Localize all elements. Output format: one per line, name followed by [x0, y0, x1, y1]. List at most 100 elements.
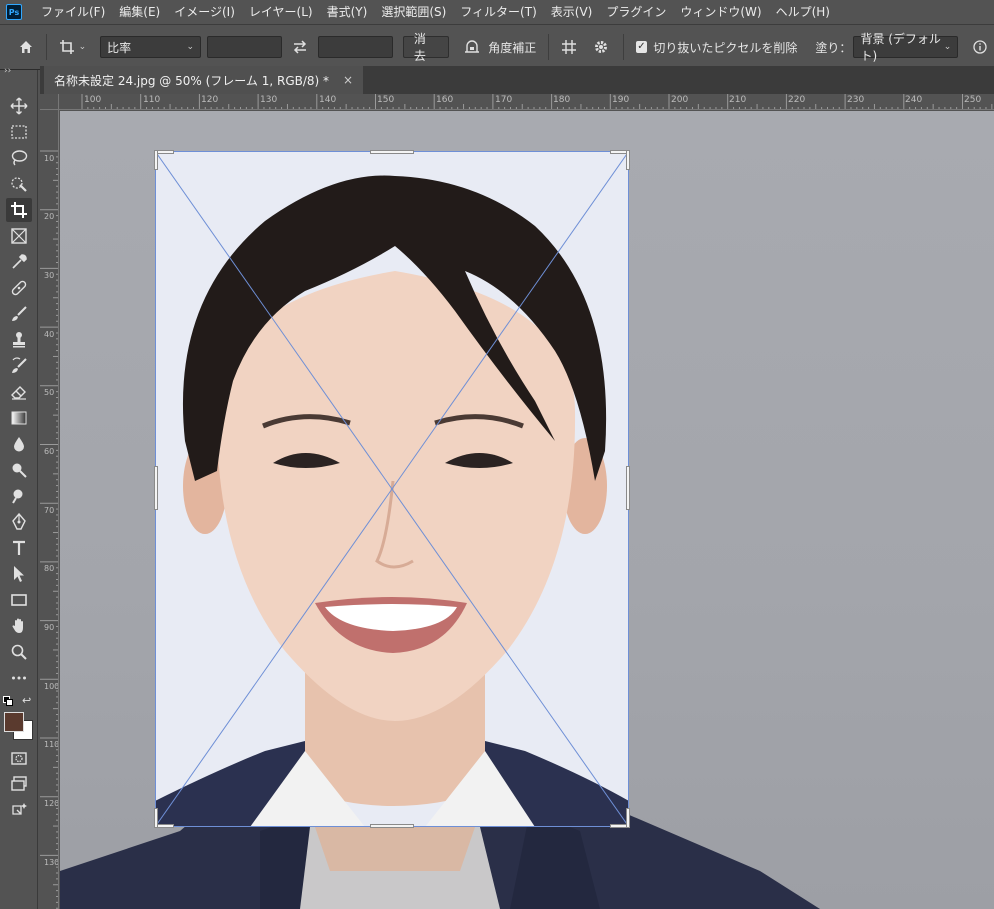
rectangle-tool-icon[interactable]: [6, 588, 32, 612]
gradient-tool-icon[interactable]: [6, 406, 32, 430]
magnifier-blur-tool-icon[interactable]: [6, 484, 32, 508]
pen-tool-icon[interactable]: [6, 510, 32, 534]
clone-stamp-tool-icon[interactable]: [6, 328, 32, 352]
default-colors-icon[interactable]: [3, 696, 13, 706]
menu-filter[interactable]: フィルター(T): [453, 0, 543, 24]
menu-window[interactable]: ウィンドウ(W): [673, 0, 768, 24]
menu-help[interactable]: ヘルプ(H): [769, 0, 837, 24]
ruler-label: 160: [436, 95, 454, 105]
ruler-corner: [40, 94, 59, 110]
eyedropper-tool-icon[interactable]: [6, 250, 32, 274]
dodge-tool-icon[interactable]: [6, 458, 32, 482]
tools-panel: ›› ↩: [0, 66, 38, 909]
crop-preset-picker[interactable]: ⌄: [53, 33, 93, 61]
home-icon[interactable]: [12, 33, 40, 61]
document-tab-bar: 名称未設定 24.jpg @ 50% (フレーム 1, RGB/8) * ×: [40, 66, 994, 94]
ruler-label: 220: [788, 95, 806, 105]
document-tab[interactable]: 名称未設定 24.jpg @ 50% (フレーム 1, RGB/8) * ×: [44, 66, 364, 94]
photoshop-logo: Ps: [6, 4, 22, 20]
horizontal-ruler[interactable]: 100 110 120 130 140 150 160 170 180 190 …: [59, 94, 994, 110]
ruler-label: 100: [84, 95, 102, 105]
crop-handle-right[interactable]: [626, 466, 630, 510]
zoom-tool-icon[interactable]: [6, 640, 32, 664]
path-selection-tool-icon[interactable]: [6, 562, 32, 586]
type-tool-icon[interactable]: [6, 536, 32, 560]
ruler-label: 100: [44, 682, 59, 691]
blur-tool-icon[interactable]: [6, 432, 32, 456]
crop-handle-left[interactable]: [154, 466, 158, 510]
width-ratio-input[interactable]: [207, 36, 283, 58]
marquee-tool-icon[interactable]: [6, 120, 32, 144]
quick-mask-icon[interactable]: [6, 746, 32, 770]
frame-tool-icon[interactable]: [6, 224, 32, 248]
crop-handle-top[interactable]: [370, 150, 414, 154]
ruler-label: 230: [847, 95, 865, 105]
crop-frame[interactable]: [155, 151, 629, 827]
ruler-label: 140: [319, 95, 337, 105]
healing-brush-tool-icon[interactable]: [6, 276, 32, 300]
fill-label: 塗り：: [815, 40, 852, 55]
quick-selection-tool-icon[interactable]: [6, 172, 32, 196]
ruler-label: 190: [612, 95, 630, 105]
crop-handle-bottom-left-vertical[interactable]: [154, 808, 158, 828]
ruler-label: 60: [44, 447, 55, 456]
ratio-select[interactable]: 比率 ⌄: [100, 36, 202, 58]
gear-icon[interactable]: [587, 33, 615, 61]
grid-icon[interactable]: [555, 33, 583, 61]
fill-select-value: 背景 (デフォルト): [860, 32, 941, 63]
ruler-label: 150: [377, 95, 395, 105]
collapse-arrows-icon[interactable]: ››: [4, 66, 11, 76]
generative-fill-icon[interactable]: [6, 798, 32, 822]
lasso-tool-icon[interactable]: [6, 146, 32, 170]
fill-select[interactable]: 背景 (デフォルト) ⌄: [853, 32, 959, 63]
menu-edit[interactable]: 編集(E): [112, 0, 167, 24]
swap-icon[interactable]: [282, 33, 318, 61]
more-tools-icon[interactable]: [6, 666, 32, 690]
menu-plugins[interactable]: プラグイン: [599, 0, 673, 24]
ruler-label: 120: [44, 799, 59, 808]
divider: [548, 34, 550, 60]
crop-tool-icon[interactable]: [6, 198, 32, 222]
screen-mode-icon[interactable]: [6, 772, 32, 796]
crop-handle-bottom[interactable]: [370, 824, 414, 828]
brush-tool-icon[interactable]: [6, 302, 32, 326]
crop-handle-bottom-right-vertical[interactable]: [626, 808, 630, 828]
ruler-label: 250: [964, 95, 982, 105]
straighten-label[interactable]: 角度補正: [488, 39, 536, 56]
info-icon[interactable]: [966, 33, 994, 61]
menu-select[interactable]: 選択範囲(S): [374, 0, 453, 24]
divider: [622, 34, 624, 60]
menu-view[interactable]: 表示(V): [544, 0, 600, 24]
height-ratio-input[interactable]: [317, 36, 393, 58]
swap-colors-icon[interactable]: ↩: [22, 694, 31, 707]
ruler-label: 20: [44, 212, 55, 221]
history-brush-tool-icon[interactable]: [6, 354, 32, 378]
menu-type[interactable]: 書式(Y): [320, 0, 375, 24]
ruler-label: 50: [44, 388, 55, 397]
close-icon[interactable]: ×: [343, 73, 353, 87]
eraser-tool-icon[interactable]: [6, 380, 32, 404]
ruler-label: 210: [729, 95, 747, 105]
menu-file[interactable]: ファイル(F): [34, 0, 112, 24]
hand-tool-icon[interactable]: [6, 614, 32, 638]
chevron-down-icon: ⌄: [78, 42, 87, 52]
ruler-label: 30: [44, 271, 55, 280]
ruler-label: 240: [905, 95, 923, 105]
document-canvas[interactable]: [60, 111, 994, 909]
delete-cropped-checkbox[interactable]: ✓: [635, 41, 648, 53]
document-tab-title: 名称未設定 24.jpg @ 50% (フレーム 1, RGB/8) *: [54, 73, 330, 88]
move-tool-icon[interactable]: [6, 94, 32, 118]
ratio-select-value: 比率: [107, 40, 132, 55]
clear-button[interactable]: 消去: [402, 32, 449, 63]
menu-layer[interactable]: レイヤー(L): [242, 0, 320, 24]
menu-bar: Ps ファイル(F) 編集(E) イメージ(I) レイヤー(L) 書式(Y) 選…: [0, 0, 994, 24]
crop-handle-top-left-vertical[interactable]: [154, 150, 158, 170]
ruler-label: 110: [44, 740, 59, 749]
menu-image[interactable]: イメージ(I): [167, 0, 242, 24]
ruler-label: 90: [44, 623, 55, 632]
crop-handle-top-right-vertical[interactable]: [626, 150, 630, 170]
ruler-label: 80: [44, 564, 55, 573]
vertical-ruler[interactable]: 10 20 30 40 50 60 70 80 90 100 110 120 1…: [40, 110, 59, 909]
level-icon[interactable]: [459, 33, 487, 61]
foreground-color-swatch[interactable]: [4, 712, 24, 732]
